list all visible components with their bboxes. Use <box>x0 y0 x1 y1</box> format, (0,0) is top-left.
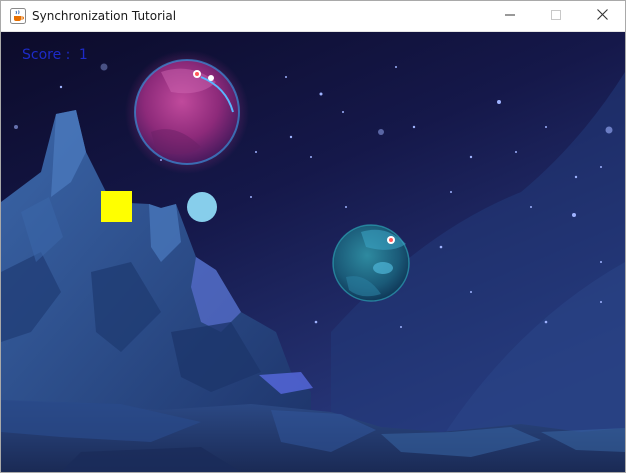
app-window: Synchronization Tutorial Score: 1 <box>0 0 626 473</box>
close-button[interactable] <box>579 1 625 31</box>
window-title: Synchronization Tutorial <box>32 9 177 23</box>
player-square[interactable] <box>101 191 132 222</box>
game-canvas[interactable]: Score : 1 <box>1 32 625 472</box>
teal-planet <box>332 224 410 302</box>
score-value: 1 <box>78 47 88 63</box>
score-display: Score : 1 <box>22 47 88 63</box>
ball <box>187 192 217 222</box>
window-controls <box>487 1 625 31</box>
pink-planet <box>134 59 240 165</box>
close-icon <box>596 7 608 25</box>
maximize-button[interactable] <box>533 1 579 31</box>
maximize-icon <box>551 7 561 25</box>
space-background <box>1 32 625 472</box>
score-label: Score : <box>22 47 71 63</box>
java-coffee-cup-icon <box>10 8 26 24</box>
minimize-button[interactable] <box>487 1 533 31</box>
title-bar[interactable]: Synchronization Tutorial <box>1 1 625 32</box>
minimize-icon <box>505 7 515 25</box>
